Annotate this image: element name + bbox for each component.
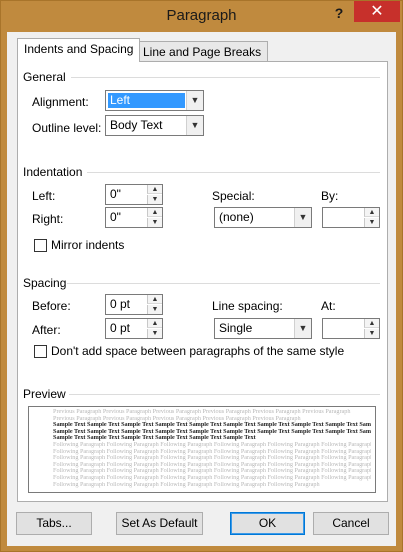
right-indent-label: Right: (32, 212, 64, 226)
dont-add-space-checkbox[interactable] (34, 345, 47, 358)
spin-up-icon[interactable]: ▲ (147, 185, 162, 194)
preview-following-line: Following Paragraph Following Paragraph … (53, 481, 320, 488)
preview-following-line: Following Paragraph Following Paragraph … (53, 448, 371, 455)
chevron-down-icon[interactable]: ▼ (186, 116, 203, 135)
before-spinner[interactable]: 0 pt ▲ ▼ (105, 294, 163, 315)
spin-up-icon[interactable]: ▲ (364, 319, 379, 328)
preview-pane: Previous Paragraph Previous Paragraph Pr… (28, 406, 376, 493)
tab-line-and-page-breaks[interactable]: Line and Page Breaks (136, 41, 269, 63)
preview-following-line: Following Paragraph Following Paragraph … (53, 474, 371, 481)
spin-down-icon[interactable]: ▼ (147, 218, 162, 227)
dialog-client: Indents and Spacing Line and Page Breaks… (7, 32, 396, 546)
line-spacing-value: Single (219, 321, 253, 335)
after-value: 0 pt (110, 321, 131, 335)
spacing-separator (67, 283, 380, 284)
outline-level-label: Outline level: (32, 121, 102, 135)
line-spacing-select[interactable]: Single ▼ (214, 318, 312, 339)
ok-button[interactable]: OK (230, 512, 305, 535)
chevron-down-icon[interactable]: ▼ (294, 208, 311, 227)
right-indent-spinner[interactable]: 0" ▲ ▼ (105, 207, 163, 228)
spin-up-icon[interactable]: ▲ (147, 208, 162, 217)
line-spacing-label: Line spacing: (212, 299, 283, 313)
help-button[interactable]: ? (326, 3, 352, 23)
preview-following-line: Following Paragraph Following Paragraph … (53, 468, 371, 475)
at-spinner[interactable]: ▲ ▼ (322, 318, 380, 339)
special-select[interactable]: (none) ▼ (214, 207, 312, 228)
spin-down-icon[interactable]: ▼ (147, 329, 162, 338)
paragraph-dialog: Paragraph ? ✕ Indents and Spacing Line a… (0, 0, 403, 552)
general-heading: General (23, 70, 66, 84)
outline-level-value: Body Text (110, 118, 163, 132)
preview-sample-line: Sample Text Sample Text Sample Text Samp… (53, 435, 256, 442)
by-label: By: (321, 189, 339, 203)
right-indent-value: 0" (110, 210, 121, 224)
preview-following-line: Following Paragraph Following Paragraph … (53, 455, 371, 462)
spin-up-icon[interactable]: ▲ (147, 295, 162, 304)
indentation-separator (87, 172, 380, 173)
chevron-down-icon[interactable]: ▼ (294, 319, 311, 338)
left-indent-spinner[interactable]: 0" ▲ ▼ (105, 184, 163, 205)
spin-up-icon[interactable]: ▲ (364, 208, 379, 217)
alignment-label: Alignment: (32, 95, 89, 109)
indentation-heading: Indentation (23, 165, 83, 179)
chevron-down-icon[interactable]: ▼ (186, 91, 203, 110)
dont-add-space-label[interactable]: Don't add space between paragraphs of th… (51, 344, 344, 358)
title-bar[interactable]: Paragraph ? ✕ (1, 1, 402, 32)
spin-down-icon[interactable]: ▼ (364, 329, 379, 338)
before-label: Before: (32, 299, 71, 313)
preview-previous-line: Previous Paragraph Previous Paragraph Pr… (53, 415, 301, 422)
by-spinner[interactable]: ▲ ▼ (322, 207, 380, 228)
close-button[interactable]: ✕ (354, 1, 400, 22)
preview-sample-line: Sample Text Sample Text Sample Text Samp… (53, 428, 371, 435)
alignment-select[interactable]: Left ▼ (105, 90, 204, 111)
at-label: At: (321, 299, 336, 313)
mirror-indents-label[interactable]: Mirror indents (51, 238, 124, 252)
special-label: Special: (212, 189, 255, 203)
preview-following-line: Following Paragraph Following Paragraph … (53, 461, 371, 468)
spin-down-icon[interactable]: ▼ (147, 305, 162, 314)
preview-separator (69, 394, 380, 395)
preview-previous-line: Previous Paragraph Previous Paragraph Pr… (53, 409, 351, 415)
tabs-button[interactable]: Tabs... (16, 512, 92, 535)
mirror-indents-checkbox[interactable] (34, 239, 47, 252)
spin-up-icon[interactable]: ▲ (147, 319, 162, 328)
left-indent-value: 0" (110, 187, 121, 201)
spacing-heading: Spacing (23, 276, 67, 290)
cancel-button[interactable]: Cancel (313, 512, 389, 535)
alignment-value: Left (108, 93, 185, 108)
outline-level-select[interactable]: Body Text ▼ (105, 115, 204, 136)
preview-following-line: Following Paragraph Following Paragraph … (53, 441, 371, 448)
before-value: 0 pt (110, 297, 131, 311)
preview-sample-line: Sample Text Sample Text Sample Text Samp… (53, 422, 371, 429)
spin-down-icon[interactable]: ▼ (364, 218, 379, 227)
preview-heading: Preview (23, 387, 66, 401)
tab-indents-and-spacing[interactable]: Indents and Spacing (17, 38, 141, 62)
set-as-default-button[interactable]: Set As Default (116, 512, 203, 535)
spin-down-icon[interactable]: ▼ (147, 195, 162, 204)
left-indent-label: Left: (32, 189, 56, 203)
special-value: (none) (219, 210, 254, 224)
general-separator (71, 77, 380, 78)
after-spinner[interactable]: 0 pt ▲ ▼ (105, 318, 163, 339)
after-label: After: (32, 323, 61, 337)
